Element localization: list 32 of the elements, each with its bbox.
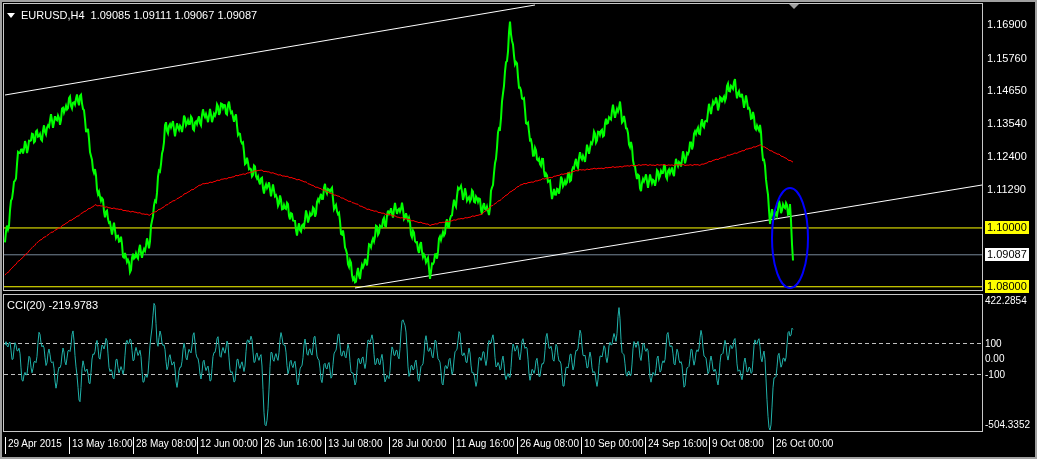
indicator-axis-label: 422.2854 — [985, 294, 1027, 307]
time-axis-label: 10 Sep 00:00 — [581, 437, 645, 454]
price-axis-label: 1.13540 — [986, 116, 1028, 130]
time-axis-label: 26 Aug 08:00 — [517, 437, 581, 454]
time-axis-label: 12 Jun 00:00 — [197, 437, 261, 454]
price-axis-label: 1.09087 — [985, 247, 1029, 261]
time-axis-label: 9 Oct 08:00 — [709, 437, 773, 454]
time-axis-label: 28 May 08:00 — [133, 437, 197, 454]
time-axis-label: 13 Jul 08:00 — [325, 437, 389, 454]
dropdown-icon[interactable] — [7, 12, 15, 18]
time-axis-label: 28 Jul 00:00 — [389, 437, 453, 454]
indicator-axis-label: -504.3352 — [985, 418, 1031, 431]
chart-quote: 1.09085 1.09111 1.09067 1.09087 — [90, 8, 258, 23]
indicator-title: CCI(20) -219.9783 — [7, 298, 99, 313]
price-axis-label: 1.16900 — [986, 18, 1028, 31]
indicator-axis-label: 100 — [985, 336, 1002, 350]
price-axis-label: 1.14650 — [986, 84, 1028, 98]
price-axis-label: 1.10000 — [985, 220, 1029, 234]
time-axis-label: 26 Jun 16:00 — [261, 437, 325, 454]
price-axis-label: 1.11290 — [986, 183, 1027, 196]
time-axis-label: 11 Aug 16:00 — [453, 437, 517, 454]
price-axis-label: 1.15760 — [986, 51, 1028, 65]
time-axis-label: 29 Apr 2015 — [5, 437, 69, 454]
price-axis-label: 1.08000 — [985, 279, 1029, 293]
indicator-axis-label: -100 — [985, 367, 1005, 381]
price-axis-label: 1.12400 — [986, 150, 1028, 164]
time-axis-label: 24 Sep 16:00 — [645, 437, 709, 454]
time-axis-label: 13 May 16:00 — [69, 437, 133, 454]
shift-marker-icon — [789, 4, 799, 9]
indicator-axis-label: 0.00 — [985, 352, 1005, 365]
chart-symbol: EURUSD,H4 — [21, 8, 85, 23]
time-axis-label: 26 Oct 00:00 — [773, 437, 837, 454]
